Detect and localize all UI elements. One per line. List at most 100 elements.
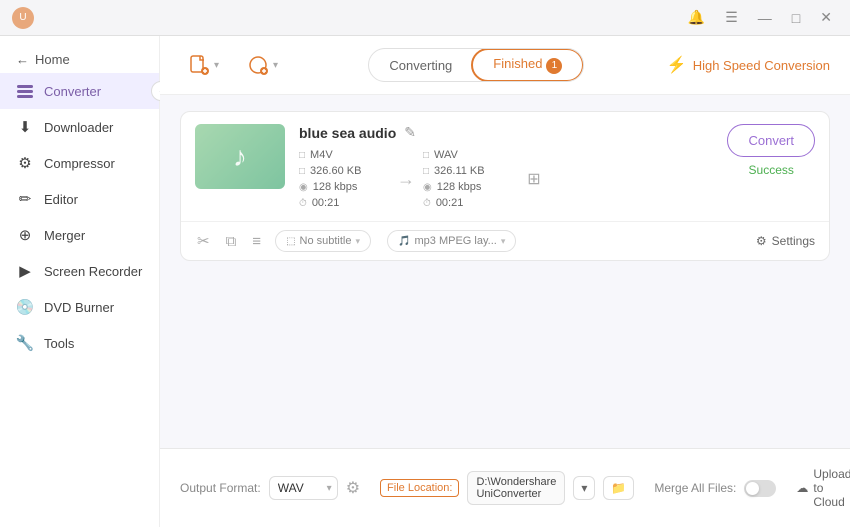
sidebar-label-merger: Merger xyxy=(44,228,85,243)
high-speed-label: High Speed Conversion xyxy=(693,58,830,73)
finished-badge: 1 xyxy=(546,58,562,74)
crop-icon[interactable]: ⧉ xyxy=(224,231,239,252)
avatar: U xyxy=(12,7,34,29)
audio-icon: 🎵 xyxy=(398,236,410,247)
settings-icon: ⚙ xyxy=(756,234,767,248)
sidebar: ← Home Converter ‹ ⬇ Downloader ⚙ Compre… xyxy=(0,36,160,527)
output-format-label: Output Format: xyxy=(180,481,261,495)
bell-icon[interactable]: 🔔 xyxy=(682,7,711,28)
music-note-icon: ♪ xyxy=(233,141,247,173)
convert-button[interactable]: Convert xyxy=(727,124,815,157)
compressor-icon: ⚙ xyxy=(16,154,34,172)
effects-icon[interactable]: ≡ xyxy=(250,231,263,252)
output-format-select[interactable]: WAV MP3 AAC FLAC xyxy=(269,476,338,500)
file-thumbnail: ♪ xyxy=(195,124,285,189)
downloader-icon: ⬇ xyxy=(16,118,34,136)
source-size: 326.60 KB xyxy=(310,165,361,177)
content-area: ♪ blue sea audio ✎ □ M4V xyxy=(160,95,850,448)
file-location-field: File Location: D:\Wondershare UniConvert… xyxy=(380,471,634,505)
main-toolbar: ▾ ▾ Converting Finished1 ⚡ High Speed Co… xyxy=(160,36,850,95)
close-btn[interactable]: ✕ xyxy=(814,7,838,28)
audio-track-select[interactable]: 🎵 mp3 MPEG lay... ▾ xyxy=(387,230,516,252)
high-speed-conversion-btn[interactable]: ⚡ High Speed Conversion xyxy=(667,55,830,75)
add-file-icon xyxy=(188,54,210,76)
dvd-burner-icon: 💿 xyxy=(16,298,34,316)
sidebar-label-downloader: Downloader xyxy=(44,120,113,135)
source-duration-icon: ⏱ xyxy=(299,198,307,209)
subtitle-dropdown-icon: ▾ xyxy=(356,236,361,247)
sidebar-item-converter[interactable]: Converter ‹ xyxy=(0,73,159,109)
file-action-icon[interactable]: ⊞ xyxy=(525,170,543,188)
source-duration: 00:21 xyxy=(312,197,340,209)
upload-cloud-label: Upload to Cloud xyxy=(813,467,850,509)
output-format-field: Output Format: WAV MP3 AAC FLAC ▾ ⚙ xyxy=(180,476,360,500)
add-url-icon xyxy=(247,54,269,76)
sidebar-label-screen-recorder: Screen Recorder xyxy=(44,264,142,279)
file-card: ♪ blue sea audio ✎ □ M4V xyxy=(180,111,830,261)
tab-finished[interactable]: Finished1 xyxy=(471,48,584,82)
add-url-arrow: ▾ xyxy=(273,60,278,71)
output-format-settings-icon[interactable]: ⚙ xyxy=(346,478,360,498)
card-actions: Convert Success xyxy=(727,124,815,177)
merger-icon: ⊕ xyxy=(16,226,34,244)
sidebar-label-converter: Converter xyxy=(44,84,101,99)
sidebar-item-merger[interactable]: ⊕ Merger xyxy=(0,217,159,253)
back-label: Home xyxy=(35,52,70,67)
target-duration: 00:21 xyxy=(436,197,464,209)
audio-dropdown-icon: ▾ xyxy=(501,236,506,247)
file-location-label: File Location: xyxy=(380,479,459,497)
convert-arrow-icon: → xyxy=(397,169,415,190)
settings-button[interactable]: ⚙ Settings xyxy=(756,234,815,248)
target-format: WAV xyxy=(434,149,458,161)
add-url-button[interactable]: ▾ xyxy=(239,48,286,82)
subtitle-icon: ⬚ xyxy=(286,236,295,247)
sidebar-label-compressor: Compressor xyxy=(44,156,115,171)
subtitle-value: No subtitle xyxy=(300,235,352,247)
bottom-bar: Output Format: WAV MP3 AAC FLAC ▾ ⚙ File… xyxy=(160,448,850,527)
sidebar-item-downloader[interactable]: ⬇ Downloader xyxy=(0,109,159,145)
target-bitrate-icon: ◉ xyxy=(423,182,432,193)
back-home[interactable]: ← Home xyxy=(0,46,159,73)
add-file-arrow: ▾ xyxy=(214,60,219,71)
path-dropdown-btn[interactable]: ▾ xyxy=(573,476,595,500)
editor-icon: ✏ xyxy=(16,190,34,208)
upload-cloud-btn[interactable]: ☁ Upload to Cloud xyxy=(796,467,850,509)
target-size-icon: □ xyxy=(423,166,429,177)
file-info: blue sea audio ✎ □ M4V □ xyxy=(299,124,727,209)
cut-icon[interactable]: ✂ xyxy=(195,230,212,252)
maximize-btn[interactable]: □ xyxy=(786,8,806,28)
sidebar-label-dvd-burner: DVD Burner xyxy=(44,300,114,315)
source-bitrate: 128 kbps xyxy=(313,181,358,193)
tools-icon: 🔧 xyxy=(16,334,34,352)
sidebar-item-dvd-burner[interactable]: 💿 DVD Burner xyxy=(0,289,159,325)
target-size: 326.11 KB xyxy=(434,165,485,177)
file-card-bottom: ✂ ⧉ ≡ ⬚ No subtitle ▾ 🎵 mp3 MPEG lay... … xyxy=(181,221,829,260)
lightning-icon: ⚡ xyxy=(667,55,687,75)
sidebar-item-tools[interactable]: 🔧 Tools xyxy=(0,325,159,361)
tab-group: Converting Finished1 xyxy=(368,48,584,82)
tab-converting[interactable]: Converting xyxy=(369,49,472,81)
titlebar: U 🔔 ☰ — □ ✕ xyxy=(0,0,850,36)
browse-folder-btn[interactable]: 📁 xyxy=(603,476,634,500)
source-format-icon: □ xyxy=(299,150,305,161)
cloud-icon: ☁ xyxy=(796,481,808,495)
file-name: blue sea audio xyxy=(299,125,396,141)
sidebar-item-editor[interactable]: ✏ Editor xyxy=(0,181,159,217)
merge-all-label: Merge All Files: xyxy=(654,481,736,495)
edit-file-name-icon[interactable]: ✎ xyxy=(404,124,416,141)
target-format-icon: □ xyxy=(423,150,429,161)
minimize-btn[interactable]: — xyxy=(752,8,778,28)
sidebar-item-screen-recorder[interactable]: ▶ Screen Recorder xyxy=(0,253,159,289)
sidebar-item-compressor[interactable]: ⚙ Compressor xyxy=(0,145,159,181)
add-file-button[interactable]: ▾ xyxy=(180,48,227,82)
sidebar-label-tools: Tools xyxy=(44,336,74,351)
audio-track-value: mp3 MPEG lay... xyxy=(414,235,496,247)
screen-recorder-icon: ▶ xyxy=(16,262,34,280)
subtitle-select[interactable]: ⬚ No subtitle ▾ xyxy=(275,230,371,252)
menu-icon[interactable]: ☰ xyxy=(719,7,744,28)
merge-all-toggle[interactable] xyxy=(744,480,776,497)
file-path-value: D:\Wondershare UniConverter xyxy=(467,471,565,505)
back-arrow-icon: ← xyxy=(16,52,29,67)
sidebar-label-editor: Editor xyxy=(44,192,78,207)
target-duration-icon: ⏱ xyxy=(423,198,431,209)
